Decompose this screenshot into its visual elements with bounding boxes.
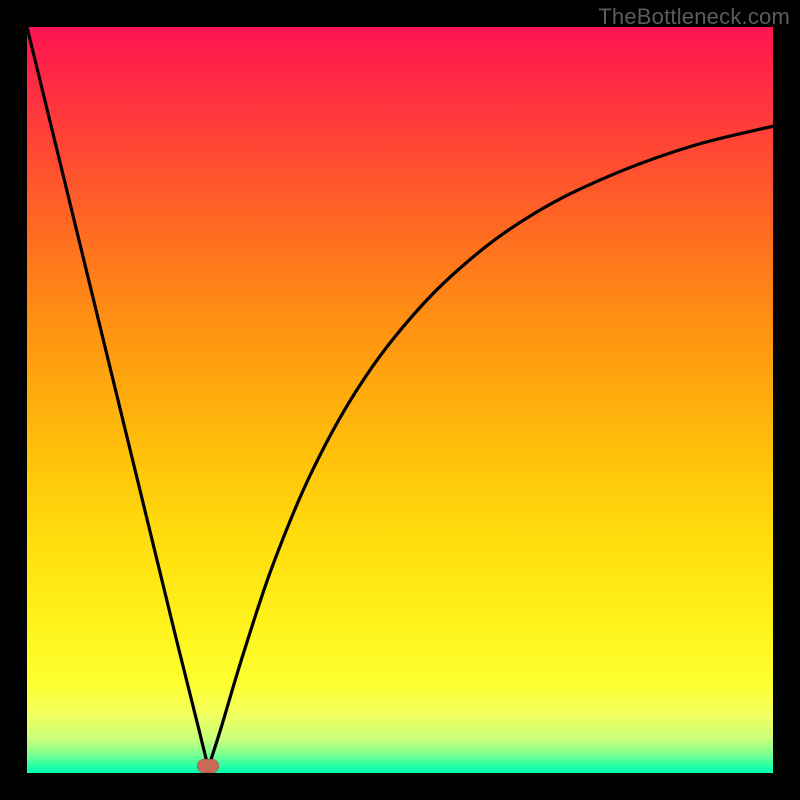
plot-gradient-background (27, 27, 773, 773)
plot-frame (27, 27, 773, 773)
minimum-marker (197, 759, 219, 773)
